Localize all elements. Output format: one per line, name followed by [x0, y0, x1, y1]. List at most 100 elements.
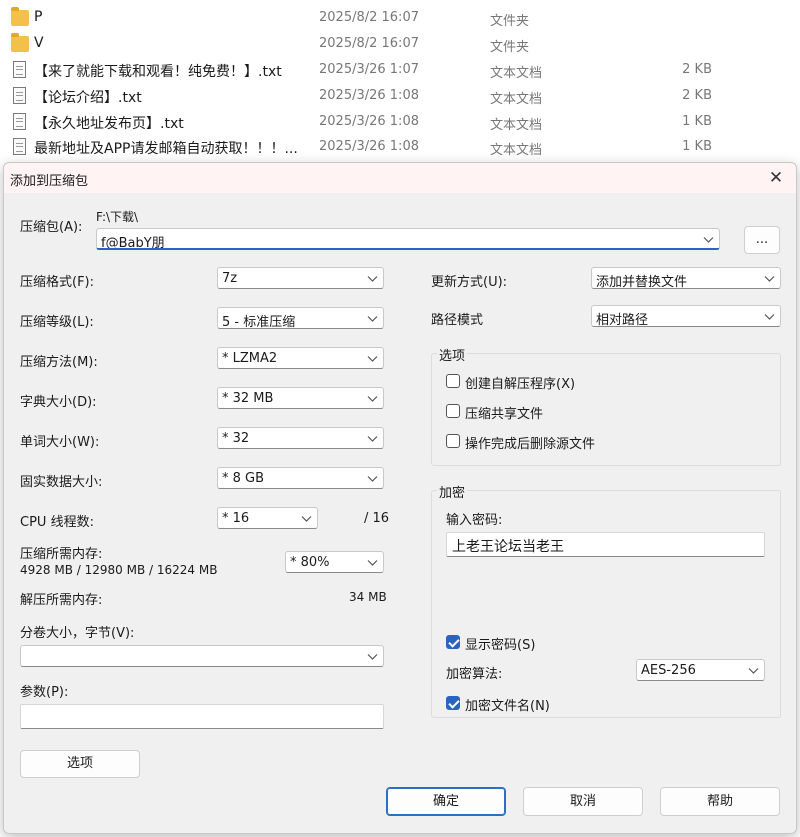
algo-value: AES-256	[641, 663, 696, 678]
dict-label: 字典大小(D):	[20, 395, 97, 410]
path-mode-label: 路径模式	[431, 313, 484, 328]
file-row[interactable]: 最新地址及APP请发邮箱自动获取！！！... 2025/3/26 1:08 文本…	[0, 134, 800, 160]
file-type: 文本文档	[490, 66, 543, 81]
path-mode-value: 相对路径	[596, 313, 649, 327]
file-row[interactable]: 【来了就能下载和观看！纯免费！】.txt 2025/3/26 1:07 文本文档…	[0, 57, 800, 83]
file-type: 文件夹	[490, 40, 530, 55]
help-button[interactable]: 帮助	[660, 787, 780, 816]
word-label: 单词大小(W):	[20, 435, 100, 450]
file-size: 2 KB	[682, 88, 712, 103]
mem-combo[interactable]: * 80%	[285, 551, 384, 573]
show-password-label: 显示密码(S)	[465, 638, 536, 653]
chevron-down-icon	[367, 396, 378, 402]
dict-combo[interactable]: * 32 MB	[217, 387, 384, 409]
solid-label: 固实数据大小:	[20, 475, 103, 490]
mem-detail: 4928 MB / 12980 MB / 16224 MB	[20, 563, 218, 577]
file-date: 2025/3/26 1:08	[319, 88, 419, 103]
password-label: 输入密码:	[446, 513, 503, 528]
file-type: 文件夹	[490, 14, 530, 29]
file-row[interactable]: V 2025/8/2 16:07 文件夹	[0, 31, 800, 57]
chevron-down-icon	[764, 276, 775, 282]
format-label: 压缩格式(F):	[20, 275, 95, 290]
file-name: 【永久地址发布页】.txt	[34, 116, 184, 132]
archive-name-combo[interactable]: f@BabY朋	[96, 228, 720, 250]
dialog-titlebar: 添加到压缩包 ✕	[4, 163, 796, 193]
encryption-group-title: 加密	[437, 482, 468, 501]
chevron-down-icon	[367, 560, 378, 566]
method-combo[interactable]: * LZMA2	[217, 347, 384, 369]
archive-path: F:\下载\	[96, 210, 139, 224]
volume-label: 分卷大小，字节(V):	[20, 626, 135, 641]
update-combo[interactable]: 添加并替换文件	[591, 267, 781, 289]
cpu-combo[interactable]: * 16	[217, 507, 318, 529]
file-type: 文本文档	[490, 118, 543, 133]
file-type: 文本文档	[490, 92, 543, 107]
path-mode-combo[interactable]: 相对路径	[591, 305, 781, 327]
chevron-down-icon	[764, 314, 775, 320]
password-input[interactable]: 上老王论坛当老王	[446, 532, 765, 557]
chevron-down-icon	[703, 237, 714, 243]
delete-after-label: 操作完成后删除源文件	[465, 437, 596, 452]
ok-button[interactable]: 确定	[386, 787, 506, 816]
chevron-down-icon	[367, 316, 378, 322]
file-size: 1 KB	[682, 139, 712, 154]
params-input[interactable]	[20, 704, 384, 729]
file-date: 2025/8/2 16:07	[319, 10, 419, 25]
chevron-down-icon	[367, 476, 378, 482]
password-value: 上老王论坛当老王	[452, 539, 564, 555]
update-value: 添加并替换文件	[596, 275, 688, 289]
archive-label: 压缩包(A):	[20, 220, 83, 235]
mem-value: * 80%	[290, 555, 330, 570]
file-name: P	[34, 9, 43, 25]
method-value: * LZMA2	[222, 351, 278, 366]
options-button[interactable]: 选项	[20, 750, 140, 778]
solid-value: * 8 GB	[222, 471, 265, 486]
update-label: 更新方式(U):	[431, 275, 508, 290]
level-combo[interactable]: 5 - 标准压缩	[217, 307, 384, 329]
browse-button[interactable]: ...	[744, 226, 780, 254]
chevron-down-icon	[748, 668, 759, 674]
chevron-down-icon	[367, 356, 378, 362]
sfx-checkbox[interactable]	[446, 374, 460, 388]
file-list: P 2025/8/2 16:07 文件夹 V 2025/8/2 16:07 文件…	[0, 0, 800, 165]
algo-combo[interactable]: AES-256	[636, 659, 765, 681]
cpu-value: * 16	[222, 511, 250, 526]
file-row[interactable]: 【论坛介绍】.txt 2025/3/26 1:08 文本文档 2 KB	[0, 83, 800, 109]
cpu-max: / 16	[364, 511, 390, 526]
folder-icon	[11, 7, 29, 26]
text-file-icon	[13, 113, 26, 130]
file-size: 1 KB	[682, 114, 712, 129]
chevron-down-icon	[367, 276, 378, 282]
add-to-archive-dialog: 添加到压缩包 ✕ 压缩包(A): F:\下载\ f@BabY朋 ... 压缩格式…	[3, 162, 797, 834]
file-date: 2025/3/26 1:07	[319, 62, 419, 77]
volume-combo[interactable]	[20, 645, 384, 667]
file-row[interactable]: 【永久地址发布页】.txt 2025/3/26 1:08 文本文档 1 KB	[0, 109, 800, 135]
word-combo[interactable]: * 32	[217, 427, 384, 449]
file-row[interactable]: P 2025/8/2 16:07 文件夹	[0, 5, 800, 31]
file-size: 2 KB	[682, 62, 712, 77]
file-name: 最新地址及APP请发邮箱自动获取！！！...	[34, 141, 298, 157]
format-combo[interactable]: 7z	[217, 267, 384, 289]
text-file-icon	[13, 61, 26, 78]
text-file-icon	[13, 138, 26, 155]
mem-label: 压缩所需内存:	[20, 547, 103, 562]
params-label: 参数(P):	[20, 685, 69, 700]
dict-value: * 32 MB	[222, 391, 274, 406]
close-button[interactable]: ✕	[764, 167, 788, 189]
decomp-label: 解压所需内存:	[20, 593, 103, 608]
show-password-checkbox[interactable]	[446, 635, 460, 649]
shared-files-label: 压缩共享文件	[465, 407, 544, 422]
cancel-button[interactable]: 取消	[523, 787, 643, 816]
shared-files-checkbox[interactable]	[446, 404, 460, 418]
delete-after-checkbox[interactable]	[446, 434, 460, 448]
file-name: V	[34, 35, 44, 51]
encrypt-names-label: 加密文件名(N)	[465, 699, 550, 714]
file-date: 2025/8/2 16:07	[319, 36, 419, 51]
options-group-title: 选项	[437, 345, 468, 364]
solid-combo[interactable]: * 8 GB	[217, 467, 384, 489]
encrypt-names-checkbox[interactable]	[446, 696, 460, 710]
format-value: 7z	[222, 271, 238, 286]
chevron-down-icon	[367, 436, 378, 442]
sfx-label: 创建自解压程序(X)	[465, 377, 576, 392]
chevron-down-icon	[301, 516, 312, 522]
